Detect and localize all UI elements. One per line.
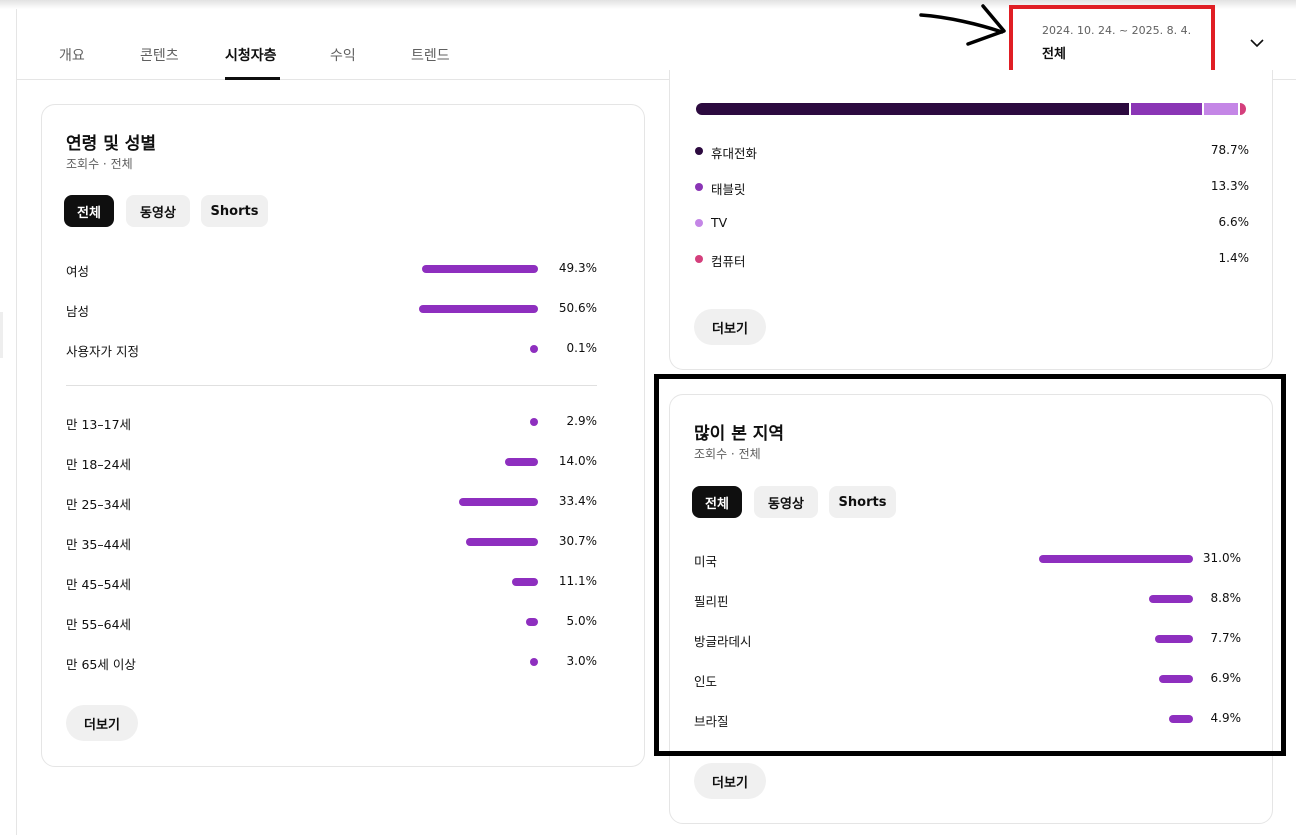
- row-label: 만 55–64세: [66, 617, 132, 632]
- bar: [421, 265, 538, 273]
- bar: [511, 578, 538, 586]
- bar: [504, 458, 538, 466]
- row-value: 33.4%: [558, 494, 597, 508]
- row-label: 만 45–54세: [66, 577, 132, 592]
- device-value: 6.6%: [1218, 215, 1250, 229]
- device-value: 1.4%: [1218, 251, 1250, 265]
- row-value: 0.1%: [566, 341, 598, 355]
- device-label: 컴퓨터: [711, 254, 746, 269]
- row-label: 만 18–24세: [66, 457, 132, 472]
- card-title: 연령 및 성별: [66, 134, 157, 154]
- bar: [459, 498, 538, 506]
- bar: [465, 538, 538, 546]
- date-period-value: 전체: [1042, 47, 1066, 62]
- row-label: 만 25–34세: [66, 497, 132, 512]
- row-label: 만 13–17세: [66, 417, 132, 432]
- chevron-down-icon[interactable]: [1248, 36, 1266, 50]
- chip-all[interactable]: 전체: [64, 195, 114, 227]
- row-value: 11.1%: [558, 574, 597, 588]
- device-type-card: 휴대전화 78.7% 태블릿 13.3% TV 6.6% 컴퓨터 1.4% 더보기: [669, 70, 1273, 370]
- more-button[interactable]: 더보기: [694, 309, 766, 345]
- date-range-picker[interactable]: [1009, 5, 1215, 75]
- device-share-bar: [696, 103, 1246, 115]
- legend-dot: [695, 219, 703, 227]
- bar: [418, 305, 538, 313]
- legend-dot: [695, 255, 703, 263]
- tab-audience[interactable]: 시청자층: [225, 45, 277, 65]
- row-value: 2.9%: [566, 414, 598, 428]
- card-subtitle: 조회수 · 전체: [66, 157, 133, 171]
- more-button[interactable]: 더보기: [694, 763, 766, 799]
- side-panel-edge: [0, 312, 3, 358]
- device-label: 태블릿: [711, 182, 746, 197]
- row-label: 남성: [66, 304, 90, 319]
- device-label: 휴대전화: [711, 146, 758, 161]
- highlight-box: [654, 374, 1286, 756]
- more-button[interactable]: 더보기: [66, 705, 138, 741]
- device-label: TV: [711, 215, 728, 230]
- row-value: 49.3%: [558, 261, 597, 275]
- date-range-text: 2024. 10. 24. ~ 2025. 8. 4.: [1042, 24, 1192, 37]
- row-value: 30.7%: [558, 534, 597, 548]
- legend-dot: [695, 147, 703, 155]
- tab-overview[interactable]: 개요: [59, 45, 85, 65]
- row-value: 50.6%: [558, 301, 597, 315]
- age-gender-card: 연령 및 성별 조회수 · 전체 전체 동영상 Shorts 여성 49.3% 남성…: [41, 104, 645, 767]
- tab-revenue[interactable]: 수익: [330, 45, 356, 65]
- device-segment: [696, 103, 1129, 115]
- row-value: 3.0%: [566, 654, 598, 668]
- device-value: 78.7%: [1210, 143, 1249, 157]
- arrow-right-icon: [919, 4, 1006, 46]
- row-value: 14.0%: [558, 454, 597, 468]
- row-value: 5.0%: [566, 614, 598, 628]
- left-divider: [16, 9, 17, 835]
- tab-content[interactable]: 콘텐츠: [140, 45, 179, 65]
- row-label: 사용자가 지정: [66, 344, 139, 359]
- active-tab-indicator: [225, 77, 280, 80]
- tab-trends[interactable]: 트렌드: [411, 45, 450, 65]
- section-divider: [66, 385, 597, 386]
- device-value: 13.3%: [1210, 179, 1249, 193]
- chip-shorts[interactable]: Shorts: [201, 195, 268, 227]
- device-segment: [1201, 103, 1239, 115]
- row-label: 만 65세 이상: [66, 657, 136, 672]
- chip-videos[interactable]: 동영상: [126, 195, 190, 227]
- legend-dot: [695, 183, 703, 191]
- row-label: 여성: [66, 264, 90, 279]
- device-segment: [1128, 103, 1202, 115]
- row-label: 만 35–44세: [66, 537, 132, 552]
